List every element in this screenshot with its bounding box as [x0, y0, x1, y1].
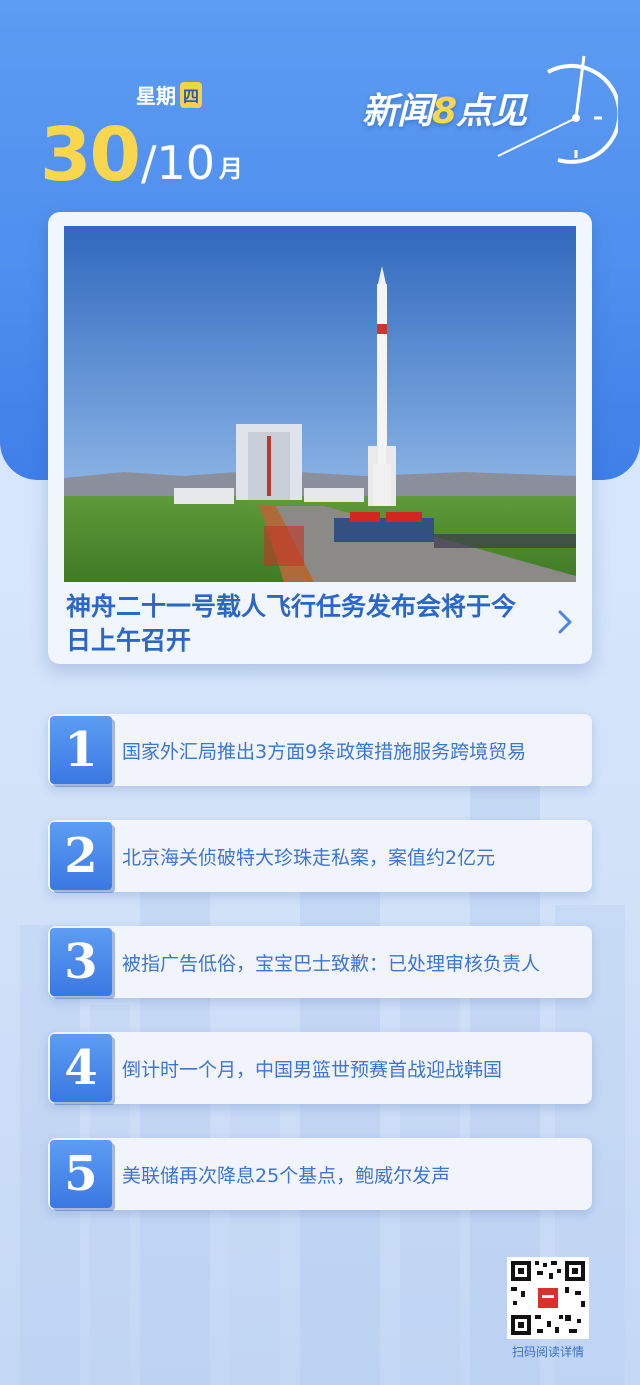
news-headline[interactable]: 北京海关侦破特大珍珠走私案，案值约2亿元: [122, 820, 588, 892]
news-headline[interactable]: 国家外汇局推出3方面9条政策措施服务跨境贸易: [122, 714, 588, 786]
news-item-2[interactable]: 2 北京海关侦破特大珍珠走私案，案值约2亿元: [48, 820, 592, 892]
date-month: /10: [140, 136, 216, 190]
headline-card[interactable]: 神舟二十一号载人飞行任务发布会将于今日上午召开: [48, 212, 592, 664]
news-item-3[interactable]: 3 被指广告低俗，宝宝巴士致歉：已处理审核负责人: [48, 926, 592, 998]
chevron-right-icon[interactable]: [554, 608, 576, 636]
weekday-label: 星期 四: [136, 80, 203, 109]
weekday-prefix: 星期: [136, 84, 176, 108]
news-headline[interactable]: 美联储再次降息25个基点，鲍威尔发声: [122, 1138, 588, 1210]
qr-caption: 扫码阅读详情: [511, 1345, 584, 1359]
news-number-badge: 5: [50, 1140, 112, 1208]
news-item-5[interactable]: 5 美联储再次降息25个基点，鲍威尔发声: [48, 1138, 592, 1210]
news-number-badge: 4: [50, 1034, 112, 1102]
date-display: 30 /10 月: [40, 118, 243, 192]
clock-icon: [497, 55, 618, 164]
news-item-1[interactable]: 1 国家外汇局推出3方面9条政策措施服务跨境贸易: [48, 714, 592, 786]
date-unit: 月: [219, 155, 244, 183]
news-headline[interactable]: 倒计时一个月，中国男篮世预赛首战迎战韩国: [122, 1032, 588, 1104]
date-day: 30: [40, 112, 141, 198]
headline-title[interactable]: 神舟二十一号载人飞行任务发布会将于今日上午召开: [66, 590, 536, 658]
weekday-badge: 四: [180, 81, 203, 108]
news-number-badge: 2: [50, 822, 112, 890]
news-item-4[interactable]: 4 倒计时一个月，中国男篮世预赛首战迎战韩国: [48, 1032, 592, 1104]
headline-photo: [64, 226, 576, 582]
qr-code[interactable]: [507, 1257, 589, 1339]
news-number-badge: 3: [50, 928, 112, 996]
news-headline[interactable]: 被指广告低俗，宝宝巴士致歉：已处理审核负责人: [122, 926, 588, 998]
news-number-badge: 1: [50, 716, 112, 784]
